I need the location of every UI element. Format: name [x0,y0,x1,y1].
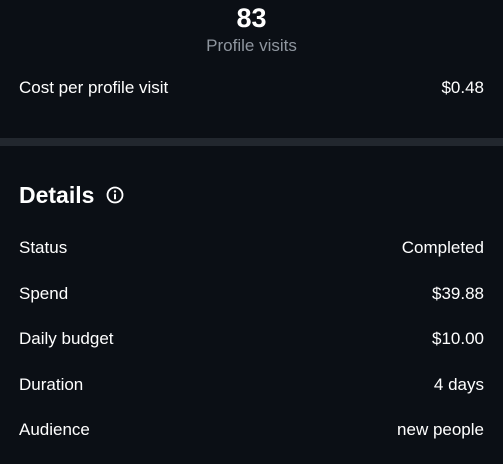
cost-label: Cost per profile visit [19,78,169,97]
details-row-label: Daily budget [19,329,114,348]
details-row-value: Completed [401,238,484,257]
details-row-value: $10.00 [432,329,484,348]
details-row-value: $39.88 [432,284,484,303]
section-divider [0,138,503,146]
details-row-daily-budget: Daily budget $10.00 [19,326,484,352]
details-row-status: Status Completed [19,235,484,261]
details-row-spend: Spend $39.88 [19,281,484,307]
details-title: Details [19,182,95,208]
details-row-value: 4 days [433,375,484,394]
metric-label: Profile visits [206,36,297,55]
details-row-label: Status [19,238,68,257]
metric-value: 83 [236,3,267,33]
details-row-label: Audience [19,420,90,439]
details-row-duration: Duration 4 days [19,372,484,398]
promotion-results-screen: 83 Profile visits Cost per profile visit… [0,0,503,464]
cost-value: $0.48 [441,78,484,97]
details-row-label: Duration [19,375,84,394]
details-header: Details [19,180,124,210]
details-row-audience: Audience new people [19,417,484,443]
info-icon[interactable] [106,186,124,204]
details-row-value: new people [397,420,484,439]
details-row-label: Spend [19,284,69,303]
cost-per-profile-visit-row: Cost per profile visit $0.48 [19,75,484,101]
